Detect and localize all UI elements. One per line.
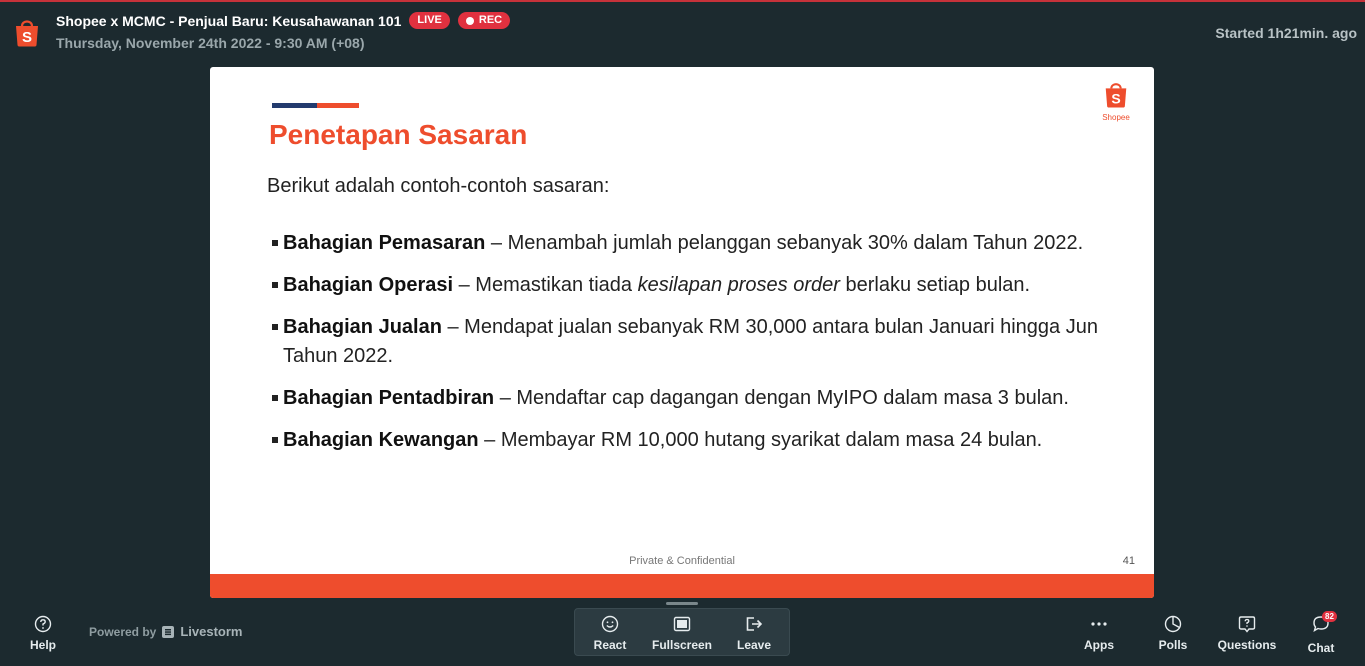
fullscreen-icon <box>673 616 691 632</box>
shopee-bag-icon: S <box>1105 83 1127 108</box>
resize-handle[interactable] <box>666 602 698 605</box>
slide-footer: Private & Confidential <box>629 555 735 567</box>
apps-label: Apps <box>1084 638 1114 652</box>
rec-label: REC <box>478 14 503 26</box>
slide-shopee-logo: S Shopee <box>1102 80 1130 122</box>
bullet-item: Bahagian Pentadbiran – Mendaftar cap dag… <box>272 384 1122 413</box>
bullet-text: berlaku setiap bulan. <box>839 274 1031 296</box>
chat-label: Chat <box>1307 641 1335 655</box>
slide-title: Penetapan Sasaran <box>269 119 528 150</box>
apps-button[interactable]: Apps <box>1083 615 1115 652</box>
bullet-item: Bahagian Operasi – Memastikan tiada kesi… <box>272 271 1122 300</box>
bullet-text: – Memastikan tiada <box>453 274 638 296</box>
bullet-text: – Menambah jumlah pelanggan sebanyak 30%… <box>485 232 1084 254</box>
orange-bar <box>317 103 359 108</box>
leave-label: Leave <box>736 638 772 652</box>
chat-count-badge: 82 <box>1322 611 1337 622</box>
chat-button[interactable]: 82 Chat <box>1305 611 1337 655</box>
fullscreen-label: Fullscreen <box>651 638 713 652</box>
event-date: Thursday, November 24th 2022 - 9:30 AM (… <box>56 35 365 51</box>
live-badge: LIVE <box>409 12 450 29</box>
polls-button[interactable]: Polls <box>1157 615 1189 652</box>
smiley-icon <box>601 615 619 633</box>
top-accent-line <box>0 0 1365 2</box>
bullet-list: Bahagian Pemasaran – Menambah jumlah pel… <box>272 229 1122 468</box>
slide-logo-text: Shopee <box>1102 113 1130 122</box>
bullet-text: – Membayar RM 10,000 hutang syarikat dal… <box>478 429 1043 451</box>
react-label: React <box>593 638 627 652</box>
slide-bottom-bar <box>210 574 1154 598</box>
bullet-item: Bahagian Jualan – Mendapat jualan sebany… <box>272 313 1122 371</box>
presentation-slide: S Shopee Penetapan Sasaran Berikut adala… <box>210 67 1154 598</box>
bullet-text: – Mendaftar cap dagangan dengan MyIPO da… <box>494 387 1069 409</box>
bullet-item: Bahagian Pemasaran – Menambah jumlah pel… <box>272 229 1122 258</box>
slide-intro: Berikut adalah contoh-contoh sasaran: <box>267 175 610 197</box>
livestorm-brand: Livestorm <box>180 624 243 639</box>
event-title: Shopee x MCMC - Penjual Baru: Keusahawan… <box>56 12 402 29</box>
more-dots-icon <box>1091 622 1107 626</box>
bullet-italic-text: kesilapan proses order <box>637 274 840 296</box>
questions-button[interactable]: Questions <box>1217 615 1277 652</box>
svg-text:S: S <box>22 29 32 46</box>
polls-label: Polls <box>1158 638 1188 652</box>
bullet-heading: Bahagian Pentadbiran <box>283 387 495 409</box>
record-dot-icon <box>465 16 474 25</box>
shopee-logo-icon: S <box>16 20 38 47</box>
help-button[interactable]: Help <box>28 615 58 652</box>
bullet-heading: Bahagian Operasi <box>283 274 454 296</box>
help-icon <box>34 615 52 633</box>
leave-button[interactable]: Leave <box>733 615 775 652</box>
powered-by-label: Powered by <box>89 624 157 639</box>
bullet-heading: Bahagian Kewangan <box>283 429 479 451</box>
navy-bar <box>272 103 317 108</box>
help-label: Help <box>29 638 56 652</box>
questions-label: Questions <box>1217 638 1277 652</box>
rec-badge: REC <box>457 12 511 29</box>
exit-icon <box>746 617 763 631</box>
powered-by-livestorm[interactable]: Powered by Livestorm <box>89 624 243 639</box>
question-bubble-icon <box>1238 616 1256 633</box>
livestorm-logo-icon <box>162 625 175 638</box>
chat-icon-wrap: 82 <box>1312 611 1337 641</box>
bullet-item: Bahagian Kewangan – Membayar RM 10,000 h… <box>272 426 1122 455</box>
bullet-heading: Bahagian Jualan <box>283 316 442 338</box>
fullscreen-button[interactable]: Fullscreen <box>652 615 712 652</box>
svg-text:S: S <box>1111 90 1120 106</box>
react-button[interactable]: React <box>589 615 631 652</box>
slide-page-number: 41 <box>1122 555 1135 567</box>
slide-accent-bars <box>272 103 359 108</box>
pie-chart-icon <box>1164 615 1182 633</box>
elapsed-time: Started 1h21min. ago <box>1215 25 1357 41</box>
bullet-heading: Bahagian Pemasaran <box>283 232 486 254</box>
header-title-row: Shopee x MCMC - Penjual Baru: Keusahawan… <box>56 12 511 29</box>
